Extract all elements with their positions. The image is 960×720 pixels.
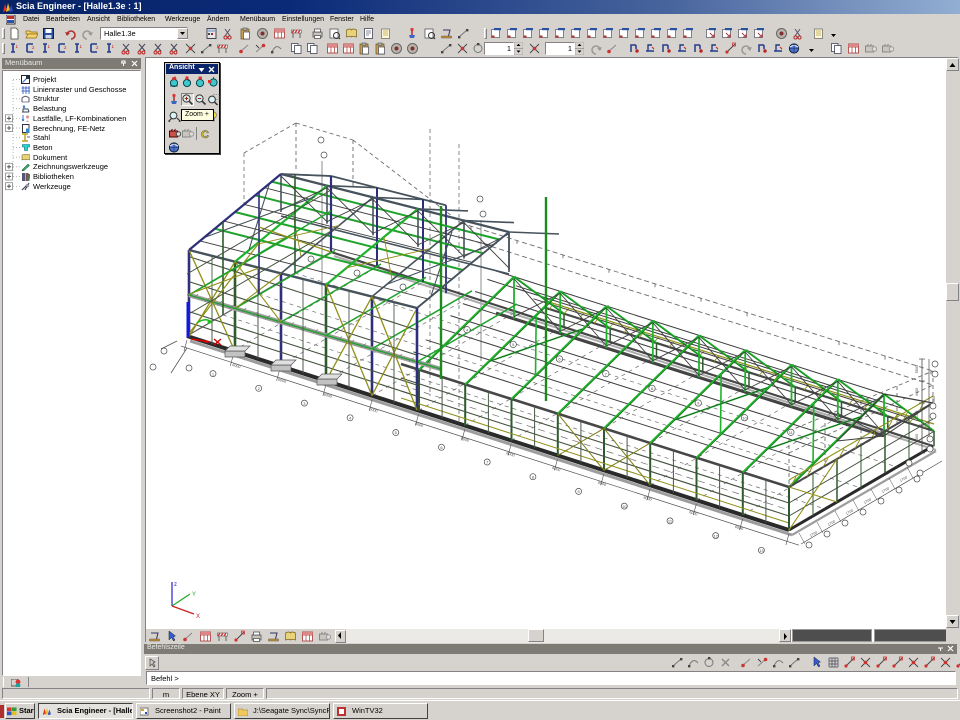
svg-text:6000: 6000 — [552, 466, 561, 472]
svg-text:1700: 1700 — [863, 497, 872, 504]
svg-text:1: 1 — [48, 44, 51, 49]
svg-text:5500: 5500 — [915, 365, 919, 373]
svg-text:6000: 6000 — [734, 525, 743, 531]
svg-text:3100: 3100 — [915, 411, 919, 419]
svg-text:6000: 6000 — [414, 422, 423, 428]
svg-text:2: 2 — [64, 45, 67, 50]
svg-text:10: 10 — [622, 504, 627, 509]
svg-text:6000: 6000 — [643, 495, 652, 501]
svg-text:1: 1 — [16, 44, 19, 49]
svg-text:Y: Y — [192, 592, 196, 598]
svg-text:6000: 6000 — [460, 436, 469, 442]
svg-text:6000: 6000 — [277, 378, 286, 384]
svg-text:6000: 6000 — [597, 481, 606, 487]
svg-text:z: z — [174, 582, 177, 588]
svg-text:12: 12 — [713, 533, 718, 538]
svg-text:6000: 6000 — [689, 510, 698, 516]
svg-text:8000: 8000 — [915, 434, 919, 442]
svg-text:6000: 6000 — [323, 392, 332, 398]
svg-text:1: 1 — [112, 44, 115, 49]
svg-text:2: 2 — [96, 45, 99, 50]
svg-text:6000: 6000 — [369, 407, 378, 413]
svg-text:1: 1 — [80, 44, 83, 49]
svg-text:13: 13 — [759, 548, 764, 553]
svg-text:C: C — [201, 129, 209, 140]
svg-text:6000: 6000 — [232, 363, 241, 369]
svg-text:1700: 1700 — [845, 508, 854, 515]
svg-text:6000: 6000 — [506, 451, 515, 457]
svg-text:4400: 4400 — [915, 388, 919, 396]
svg-text:10: 10 — [742, 415, 747, 420]
svg-text:X: X — [196, 614, 200, 618]
svg-text:2: 2 — [32, 45, 35, 50]
